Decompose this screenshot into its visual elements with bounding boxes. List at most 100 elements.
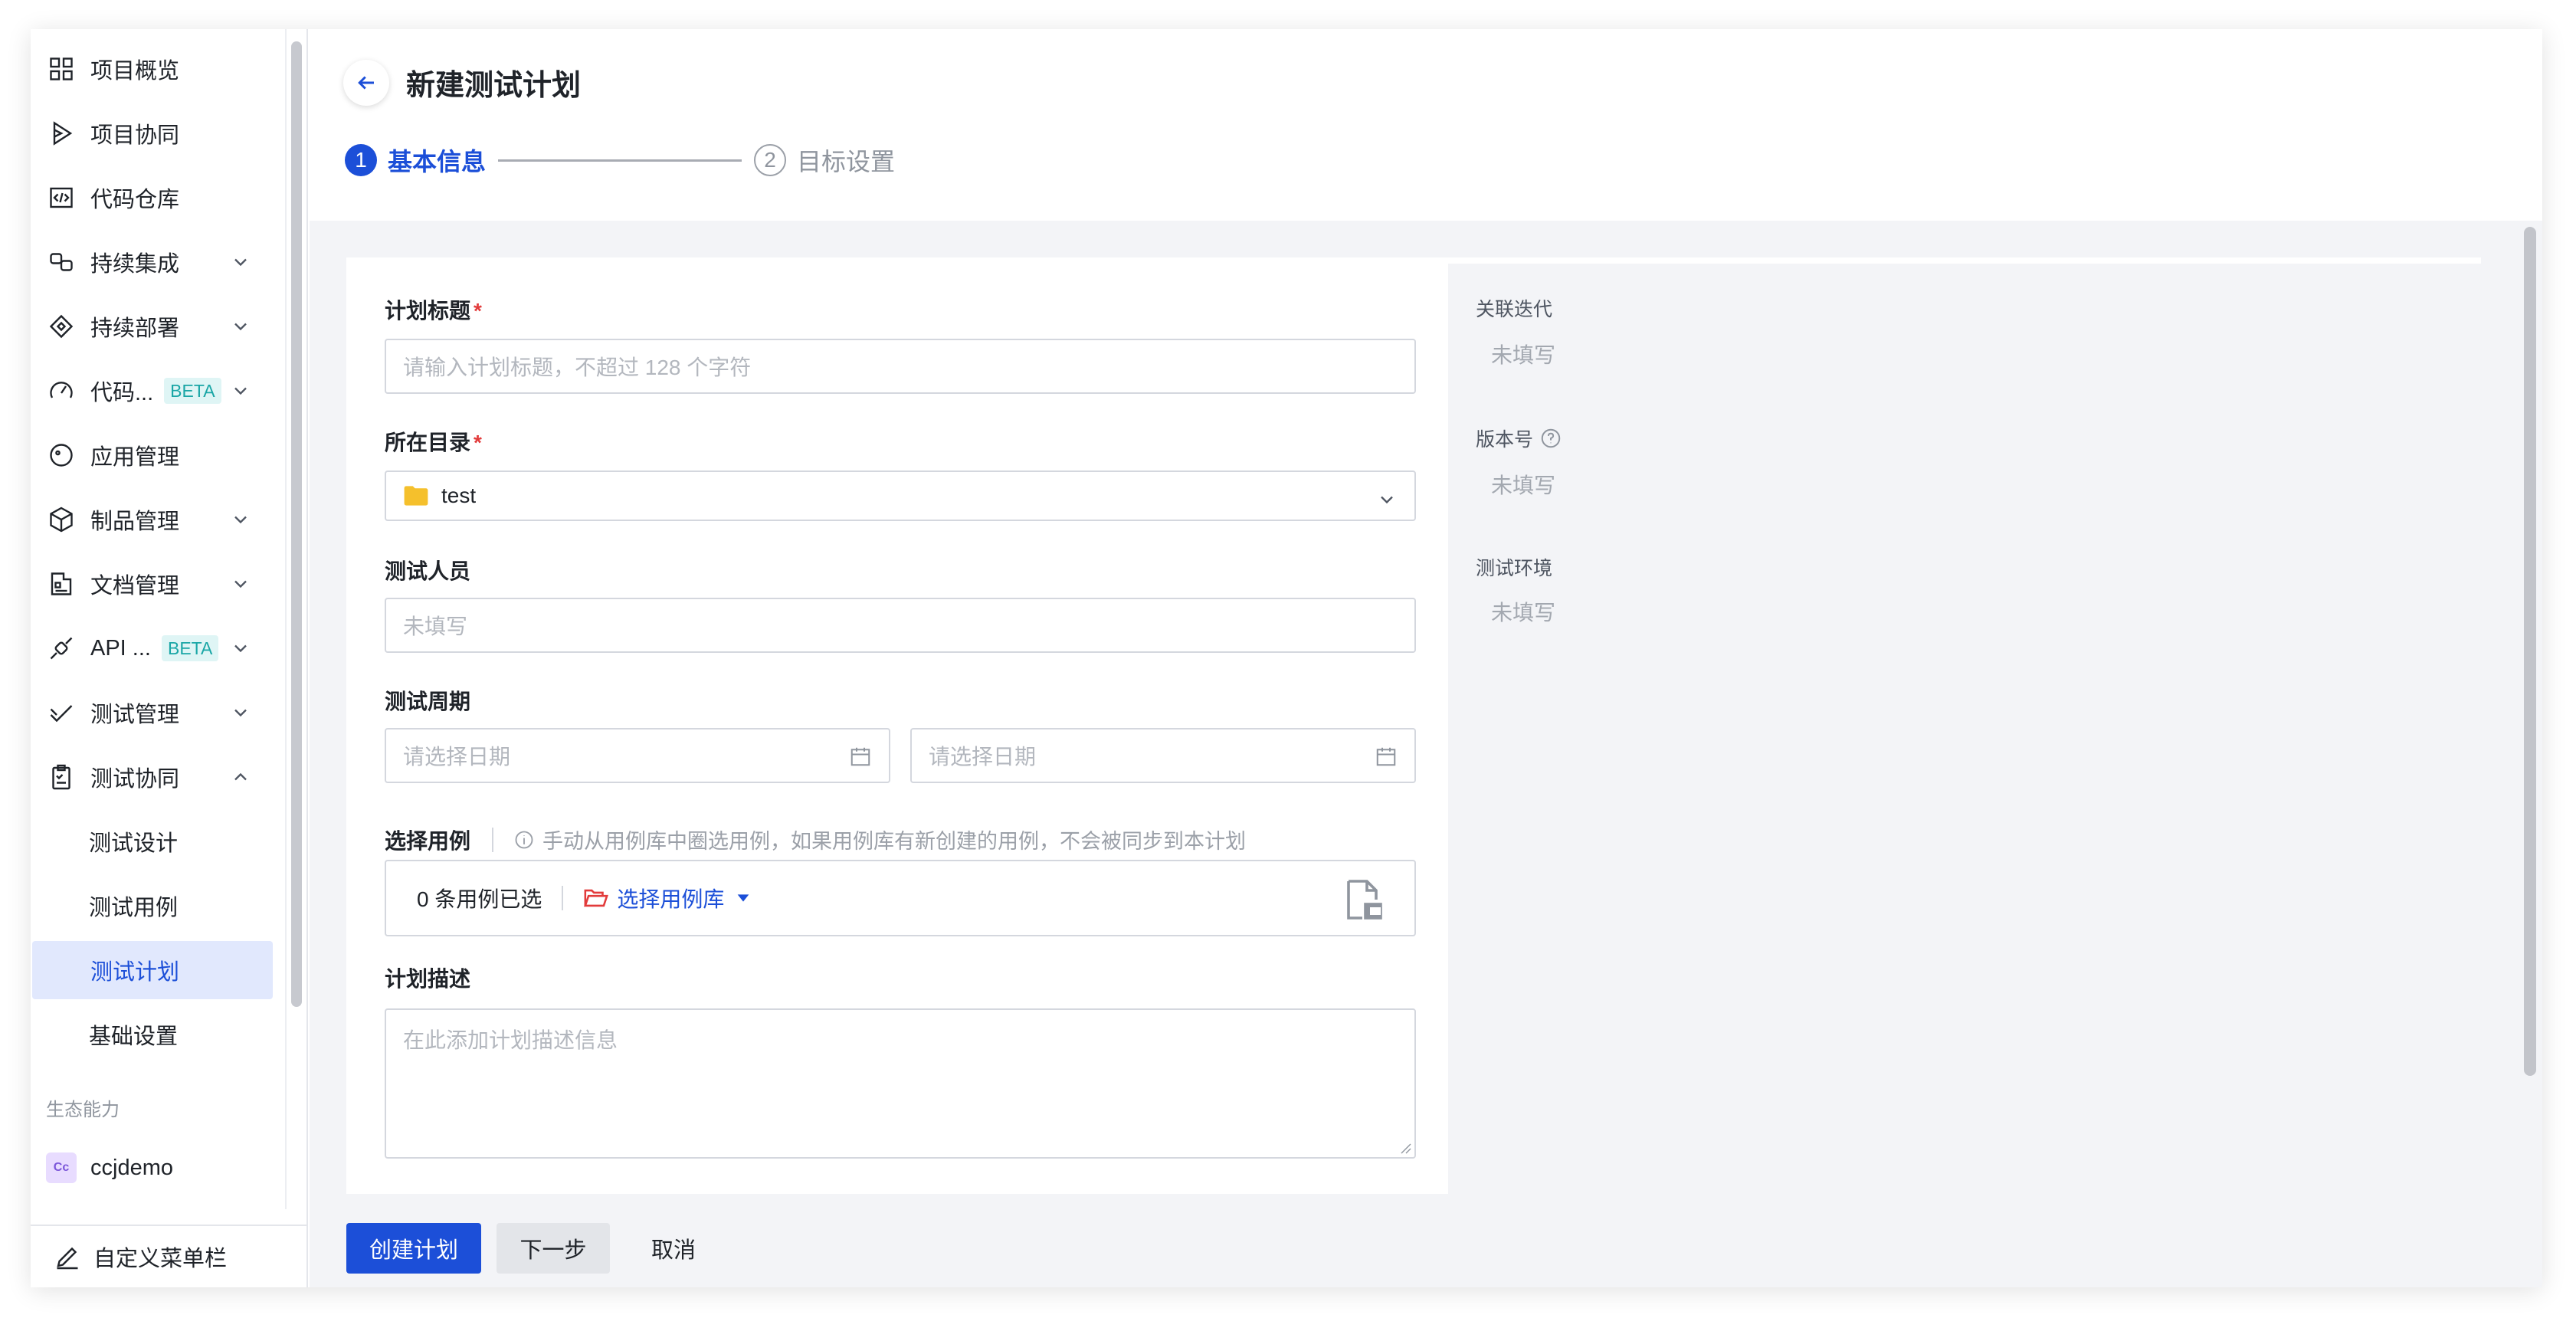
sidebar-item-label: 代码... bbox=[90, 381, 154, 405]
grid-icon bbox=[46, 54, 77, 84]
step-1-number: 1 bbox=[345, 144, 377, 176]
document-icon[interactable] bbox=[1344, 878, 1384, 921]
sidebar-item-label: ccjdemo bbox=[90, 1155, 173, 1180]
customize-menu-button[interactable]: 自定义菜单栏 bbox=[31, 1225, 306, 1287]
period-field-label: 测试周期 bbox=[385, 690, 471, 713]
customize-menu-label: 自定义菜单栏 bbox=[93, 1247, 228, 1271]
end-date-input[interactable]: 请选择日期 bbox=[910, 728, 1416, 783]
step-2-label[interactable]: 目标设置 bbox=[797, 143, 895, 178]
sidebar-item-collab[interactable]: 项目协同 bbox=[31, 104, 273, 162]
sidebar-item-cd[interactable]: 持续部署 bbox=[31, 297, 273, 356]
side-info-panel: 关联迭代 未填写 版本号 未填写 测试环境 未填写 bbox=[1448, 264, 2481, 1194]
cases-count: 0 条用例已选 bbox=[417, 887, 542, 911]
hint-separator bbox=[492, 827, 493, 852]
next-step-button[interactable]: 下一步 bbox=[497, 1223, 610, 1274]
sidebar-item-label: 制品管理 bbox=[90, 510, 180, 534]
start-date-input[interactable]: 请选择日期 bbox=[385, 728, 890, 783]
chevron-down-icon[interactable] bbox=[230, 573, 251, 595]
sidebar-item-code-analysis[interactable]: 代码... BETA bbox=[31, 362, 273, 420]
plan-description-textarea[interactable]: 在此添加计划描述信息 bbox=[385, 1008, 1416, 1159]
iteration-value[interactable]: 未填写 bbox=[1491, 339, 1555, 369]
dir-field-label: 所在目录 * bbox=[385, 431, 482, 454]
sidebar-item-label: 测试管理 bbox=[90, 703, 180, 727]
sidebar-item-test-mgmt[interactable]: 测试管理 bbox=[31, 684, 273, 742]
sidebar-item-ci[interactable]: 持续集成 bbox=[31, 233, 273, 291]
sidebar-subitem-test-design[interactable]: 测试设计 bbox=[31, 812, 273, 870]
chevron-down-icon[interactable] bbox=[230, 316, 251, 337]
version-label: 版本号 bbox=[1476, 425, 1562, 452]
beta-badge: BETA bbox=[161, 635, 219, 661]
app-icon bbox=[46, 440, 77, 470]
plan-form: 计划标题 * 请输入计划标题，不超过 128 个字符 所在目录 * test 测试人… bbox=[346, 257, 1436, 1194]
chevron-down-icon[interactable] bbox=[230, 251, 251, 273]
app-window: 项目概览 项目协同 代码仓库 持续集成 持续部署 代码... BETA 应用管理… bbox=[31, 29, 2542, 1287]
form-card: 计划标题 * 请输入计划标题，不超过 128 个字符 所在目录 * test 测试人… bbox=[346, 257, 2481, 1194]
chevron-down-icon[interactable] bbox=[230, 702, 251, 723]
caret-down-icon bbox=[738, 894, 749, 902]
sidebar-item-label: 测试设计 bbox=[89, 831, 179, 856]
sidebar-item-overview[interactable]: 项目概览 bbox=[31, 40, 273, 98]
sidebar-item-repo[interactable]: 代码仓库 bbox=[31, 169, 273, 227]
cancel-button[interactable]: 取消 bbox=[631, 1223, 716, 1274]
required-mark: * bbox=[474, 431, 482, 454]
sidebar-item-label: 测试协同 bbox=[90, 767, 180, 792]
back-button[interactable] bbox=[343, 60, 389, 106]
directory-select[interactable]: test bbox=[385, 470, 1416, 521]
sidebar-subitem-test-plan[interactable]: 测试计划 bbox=[32, 941, 273, 999]
select-case-library-label: 选择用例库 bbox=[617, 887, 725, 911]
sidebar-item-test-collab[interactable]: 测试协同 bbox=[31, 748, 273, 806]
step-1-label[interactable]: 基本信息 bbox=[388, 143, 486, 178]
help-icon[interactable] bbox=[1539, 427, 1562, 450]
sidebar-item-label: 持续部署 bbox=[90, 316, 180, 341]
doc-icon bbox=[46, 569, 77, 599]
play-icon bbox=[46, 118, 77, 149]
tester-input[interactable]: 未填写 bbox=[385, 598, 1416, 653]
calendar-icon bbox=[850, 747, 870, 766]
chevron-down-icon[interactable] bbox=[230, 638, 251, 659]
sidebar-item-label: 基础设置 bbox=[89, 1025, 179, 1049]
sidebar-item-label: 项目协同 bbox=[90, 123, 180, 148]
chevron-down-icon[interactable] bbox=[230, 509, 251, 530]
sidebar-item-label: 测试用例 bbox=[89, 896, 179, 920]
sidebar-scrollbar[interactable] bbox=[291, 41, 302, 1007]
chevron-down-icon[interactable] bbox=[230, 380, 251, 402]
create-plan-button[interactable]: 创建计划 bbox=[346, 1223, 481, 1274]
sidebar-item-apps[interactable]: 应用管理 bbox=[31, 426, 273, 484]
cases-hint-text: 手动从用例库中圈选用例，如果用例库有新创建的用例，不会被同步到本计划 bbox=[542, 830, 1246, 853]
end-date-placeholder: 请选择日期 bbox=[929, 745, 1037, 769]
sidebar-subitem-settings[interactable]: 基础设置 bbox=[31, 1005, 273, 1064]
sidebar-item-docs[interactable]: 文档管理 bbox=[31, 555, 273, 613]
env-label: 测试环境 bbox=[1476, 558, 1553, 579]
env-value[interactable]: 未填写 bbox=[1491, 596, 1555, 627]
iteration-label: 关联迭代 bbox=[1476, 299, 1553, 320]
required-mark: * bbox=[474, 299, 482, 323]
main-scrollbar[interactable] bbox=[2524, 227, 2536, 1076]
page-title: 新建测试计划 bbox=[406, 70, 582, 102]
sidebar-subitem-test-cases[interactable]: 测试用例 bbox=[31, 877, 273, 935]
clipboard-icon bbox=[46, 762, 77, 792]
step-connector bbox=[498, 159, 742, 162]
title-field-label: 计划标题 * bbox=[385, 299, 482, 323]
sidebar-item-label: 测试计划 bbox=[90, 960, 180, 985]
chevron-up-icon[interactable] bbox=[230, 766, 251, 788]
sidebar-item-ccjdemo[interactable]: Cc ccjdemo bbox=[46, 1152, 173, 1183]
sidebar-item-label: 项目概览 bbox=[90, 59, 180, 84]
plan-title-placeholder: 请输入计划标题，不超过 128 个字符 bbox=[403, 356, 752, 379]
case-selection-box: 0 条用例已选 选择用例库 bbox=[385, 860, 1416, 936]
edit-icon bbox=[57, 1247, 78, 1270]
sidebar-item-artifacts[interactable]: 制品管理 bbox=[31, 490, 273, 549]
arrow-left-icon bbox=[358, 76, 374, 90]
code-icon bbox=[46, 182, 77, 213]
stepper: 1 基本信息 2 目标设置 bbox=[345, 141, 895, 179]
case-divider bbox=[562, 886, 564, 910]
sidebar-item-label: 持续集成 bbox=[90, 252, 180, 277]
select-case-library-button[interactable]: 选择用例库 bbox=[583, 883, 752, 913]
description-placeholder: 在此添加计划描述信息 bbox=[403, 1028, 618, 1052]
version-value[interactable]: 未填写 bbox=[1491, 469, 1555, 500]
resize-handle-icon[interactable] bbox=[1398, 1140, 1411, 1154]
plan-title-input[interactable]: 请输入计划标题，不超过 128 个字符 bbox=[385, 339, 1416, 394]
folder-icon bbox=[404, 486, 428, 506]
folder-open-icon bbox=[584, 889, 609, 907]
sidebar-item-api[interactable]: API ... BETA bbox=[31, 619, 273, 677]
ci-icon bbox=[46, 247, 77, 277]
